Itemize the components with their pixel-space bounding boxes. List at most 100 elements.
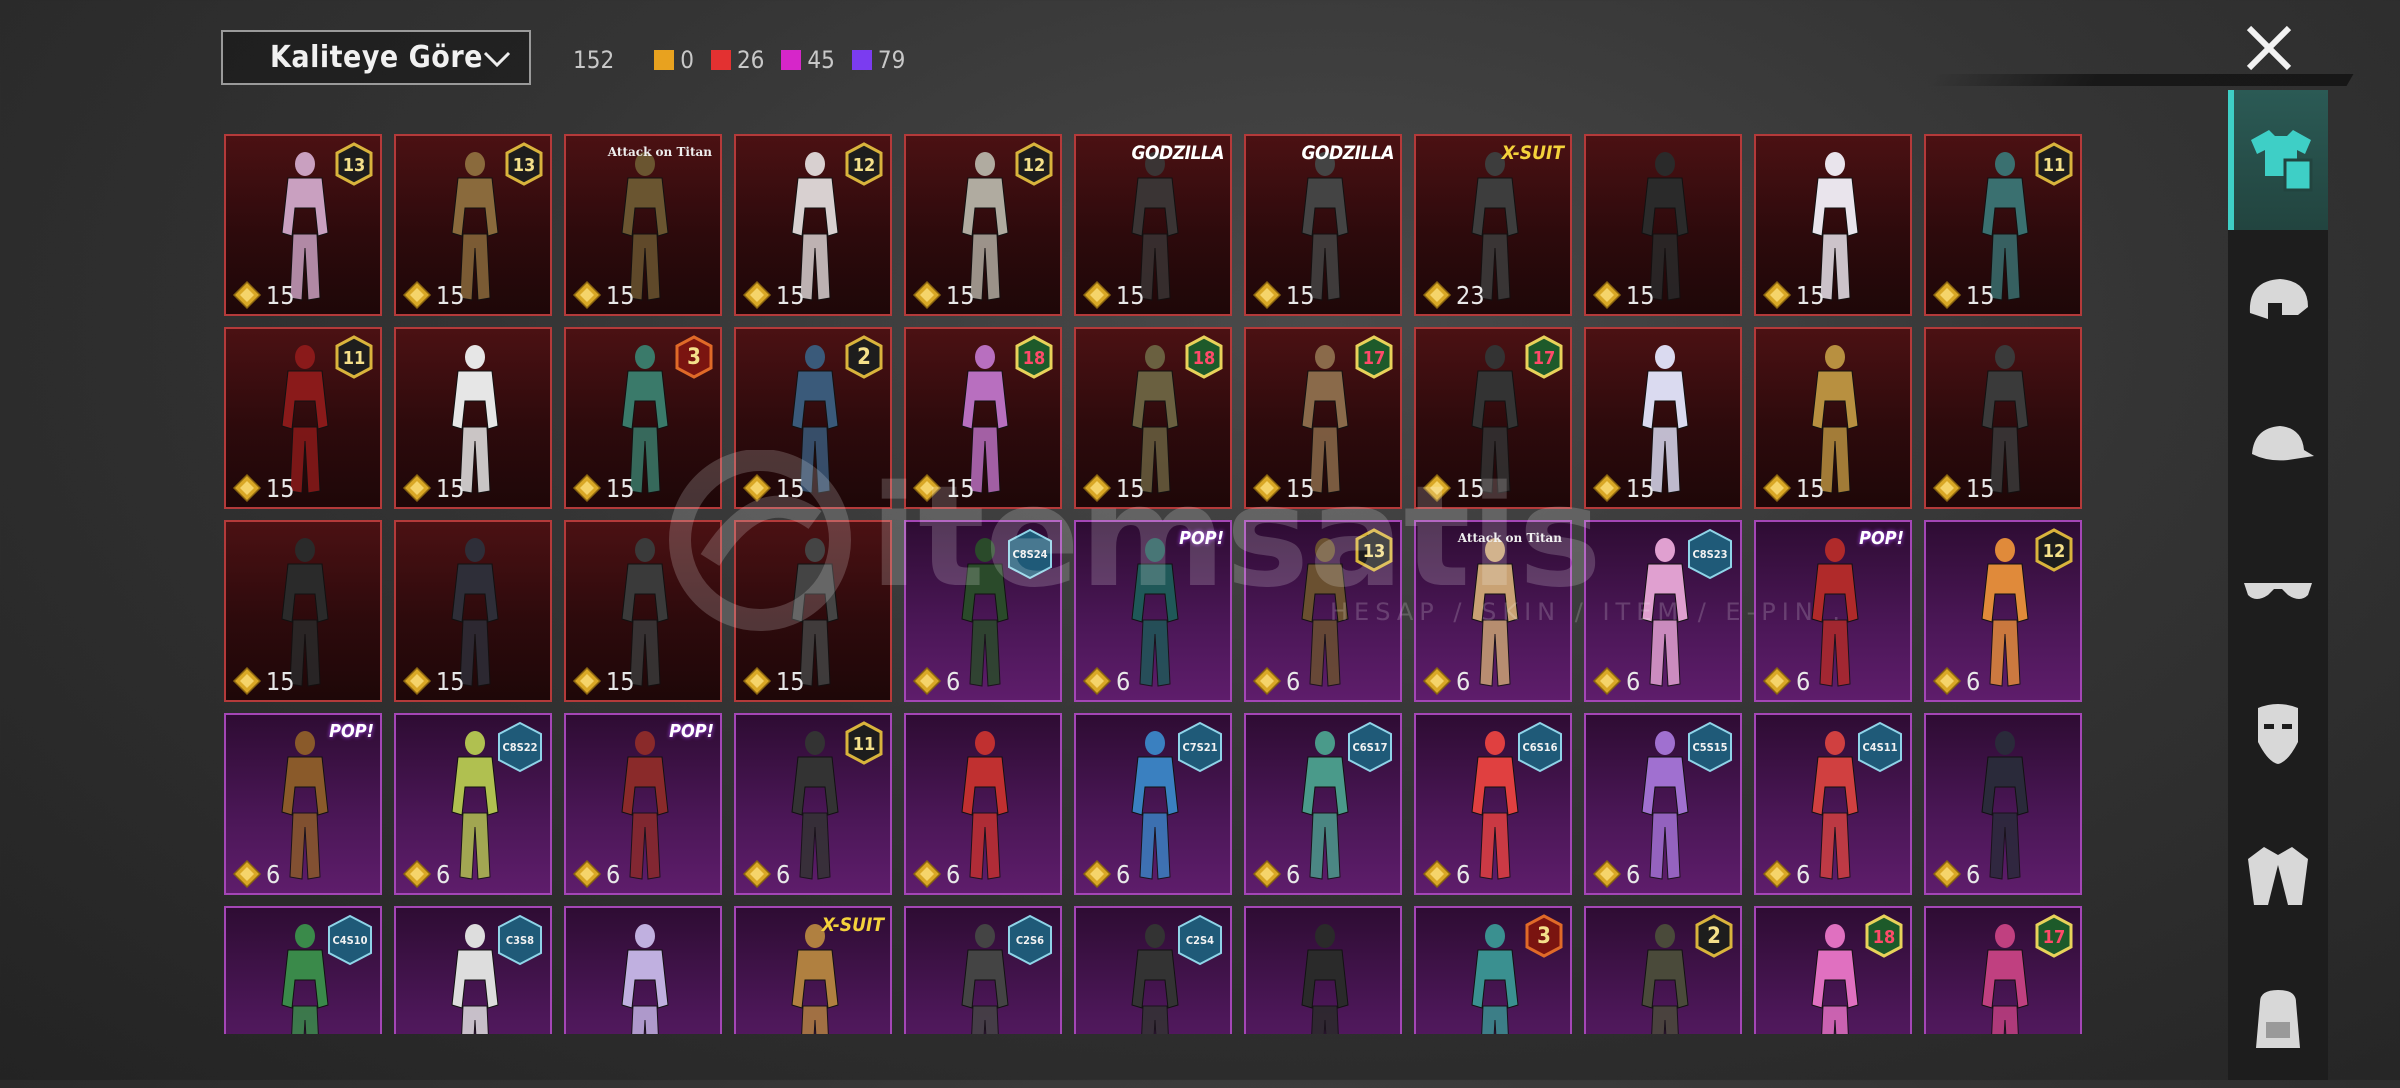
coin-icon (742, 666, 772, 696)
season-badge-text: C4S11 (1862, 741, 1897, 754)
outfit-card[interactable]: C6S16 6 (1414, 713, 1572, 895)
price: 6 (1592, 666, 1640, 696)
price-value: 15 (266, 473, 295, 503)
outfit-card[interactable]: 12 15 (734, 134, 892, 316)
outfit-card[interactable]: 11 15 (224, 327, 382, 509)
coin-icon (1422, 280, 1452, 310)
outfit-card[interactable]: C5S15 6 (1584, 713, 1742, 895)
outfit-card[interactable]: 15 (734, 520, 892, 702)
price: 6 (1422, 859, 1470, 889)
coin-icon (1932, 280, 1962, 310)
outfit-card[interactable]: 13 6 (1244, 520, 1402, 702)
outfit-card[interactable]: 3 15 (564, 327, 722, 509)
category-tab-helmet[interactable] (2228, 233, 2328, 373)
outfit-card[interactable]: Attack on Titan 6 (1414, 520, 1572, 702)
count-value: 45 (807, 46, 835, 74)
outfit-card[interactable]: C2S46 (1074, 906, 1232, 1034)
price-value: 15 (946, 280, 975, 310)
outfit-card[interactable]: 36 (1414, 906, 1572, 1034)
outfit-card[interactable]: 13 15 (224, 134, 382, 316)
outfit-card[interactable]: 17 15 (1244, 327, 1402, 509)
outfit-card[interactable]: 15 (564, 520, 722, 702)
sort-dropdown[interactable]: Kaliteye Göre (221, 30, 531, 85)
price-value: 15 (1796, 280, 1825, 310)
outfit-card[interactable]: 13 15 (394, 134, 552, 316)
outfit-card[interactable]: 15 (394, 327, 552, 509)
outfit-card[interactable]: C3S86 (394, 906, 552, 1034)
outfit-card[interactable]: 18 15 (1074, 327, 1232, 509)
outfit-card[interactable]: POP! 6 (1754, 520, 1912, 702)
price-value: 15 (606, 473, 635, 503)
price: 6 (912, 666, 960, 696)
coin-icon (1592, 280, 1622, 310)
outfit-card[interactable]: C4S106 (224, 906, 382, 1034)
outfit-card[interactable]: 15 (1924, 327, 2082, 509)
collab-tag: Attack on Titan (1457, 531, 1562, 545)
outfit-card[interactable]: 12 6 (1924, 520, 2082, 702)
outfit-card[interactable]: 26 (1584, 906, 1742, 1034)
level-badge: 18 (1015, 335, 1053, 379)
outfit-card[interactable]: 6 (564, 906, 722, 1034)
coin-icon (1252, 666, 1282, 696)
outfit-card[interactable]: 2 15 (734, 327, 892, 509)
price-value: 6 (1286, 666, 1301, 696)
category-tab-jacket[interactable] (2228, 805, 2328, 945)
outfit-card[interactable]: C4S11 6 (1754, 713, 1912, 895)
outfit-card[interactable]: 186 (1754, 906, 1912, 1034)
outfit-card[interactable]: 11 6 (734, 713, 892, 895)
price: 15 (1932, 280, 1995, 310)
outfit-card[interactable]: POP! 6 (564, 713, 722, 895)
outfit-figure (791, 924, 839, 1034)
outfit-card[interactable]: C7S21 6 (1074, 713, 1232, 895)
outfit-card[interactable]: 15 (1754, 134, 1912, 316)
season-badge: C7S21 (1178, 721, 1222, 773)
coin-icon (402, 666, 432, 696)
outfit-card[interactable]: 18 15 (904, 327, 1062, 509)
outfit-card[interactable]: GODZILLA 15 (1244, 134, 1402, 316)
coin-icon (1592, 666, 1622, 696)
outfit-card[interactable]: C8S23 6 (1584, 520, 1742, 702)
outfit-card[interactable]: 6 (904, 713, 1062, 895)
level-badge-text: 18 (1023, 348, 1046, 369)
outfit-card[interactable]: POP! 6 (1074, 520, 1232, 702)
outfit-card[interactable]: X-SUIT6 (734, 906, 892, 1034)
outfit-card[interactable]: C6S17 6 (1244, 713, 1402, 895)
category-tab-outfit[interactable] (2228, 90, 2328, 230)
season-badge: C6S16 (1518, 721, 1562, 773)
outfit-card[interactable]: 176 (1924, 906, 2082, 1034)
outfit-card[interactable]: 6 (1924, 713, 2082, 895)
coin-icon (232, 280, 262, 310)
category-tab-mask[interactable] (2228, 662, 2328, 802)
coin-icon (1082, 473, 1112, 503)
outfit-card[interactable]: 15 (394, 520, 552, 702)
count-legendary: 0 (654, 46, 694, 74)
outfit-card[interactable]: 17 15 (1414, 327, 1572, 509)
price: 15 (572, 666, 635, 696)
chevron-down-icon (483, 51, 511, 68)
outfit-card[interactable]: POP! 6 (224, 713, 382, 895)
season-badge-text: C4S10 (332, 934, 367, 947)
outfit-card[interactable]: C2S66 (904, 906, 1062, 1034)
close-icon[interactable] (2241, 20, 2297, 76)
level-badge: 17 (1355, 335, 1393, 379)
item-grid: 13 15 13 15 Attack on Titan 15 12 15 12 15 GODZILL… (224, 134, 2084, 1034)
coin-icon (1082, 280, 1112, 310)
outfit-card[interactable]: 15 (1584, 327, 1742, 509)
outfit-card[interactable]: 15 (224, 520, 382, 702)
category-tab-cap[interactable] (2228, 376, 2328, 516)
coin-icon (1592, 859, 1622, 889)
level-badge-text: 18 (1193, 348, 1216, 369)
outfit-card[interactable]: 11 15 (1924, 134, 2082, 316)
outfit-card[interactable]: Attack on Titan 15 (564, 134, 722, 316)
outfit-card[interactable]: GODZILLA 15 (1074, 134, 1232, 316)
category-tab-backpack[interactable] (2228, 948, 2328, 1088)
category-tab-glasses[interactable] (2228, 519, 2328, 659)
outfit-card[interactable]: X-SUIT 23 (1414, 134, 1572, 316)
outfit-card[interactable]: 15 (1754, 327, 1912, 509)
outfit-card[interactable]: C8S22 6 (394, 713, 552, 895)
outfit-card[interactable]: C8S24 6 (904, 520, 1062, 702)
outfit-card[interactable]: 15 (1584, 134, 1742, 316)
season-badge-text: C5S15 (1692, 741, 1727, 754)
outfit-card[interactable]: 12 15 (904, 134, 1062, 316)
outfit-card[interactable]: 6 (1244, 906, 1402, 1034)
